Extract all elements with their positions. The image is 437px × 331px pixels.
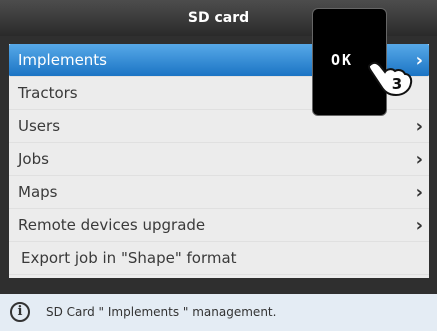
menu-item-label: Implements <box>18 51 107 69</box>
ok-key-label: OK <box>331 51 354 69</box>
chevron-right-icon: › <box>415 182 423 203</box>
status-text: SD Card " Implements " management. <box>46 305 277 319</box>
pointing-hand-icon: 3 <box>368 61 413 97</box>
menu-item-jobs[interactable]: Jobs › <box>9 143 429 176</box>
info-icon: i <box>10 302 30 322</box>
menu-item-label: Export job in "Shape" format <box>21 249 237 267</box>
menu-item-label: Remote devices upgrade <box>18 216 206 234</box>
status-bar: i SD Card " Implements " management. <box>0 294 437 331</box>
menu-item-label: Users <box>18 117 61 135</box>
chevron-right-icon: › <box>415 215 423 236</box>
menu-item-maps[interactable]: Maps › <box>9 176 429 209</box>
menu-item-label: Maps <box>18 183 58 201</box>
menu-item-label: Tractors <box>18 84 78 102</box>
step-number-label: 3 <box>392 75 402 93</box>
frame-left <box>0 36 9 278</box>
chevron-right-icon: › <box>415 116 423 137</box>
menu-item-label: Jobs <box>18 150 49 168</box>
sd-card-screen: SD card Implements › Tractors Users › Jo… <box>0 0 437 331</box>
frame-bottom <box>0 278 437 294</box>
frame-right <box>429 36 437 278</box>
page-title: SD card <box>187 10 250 26</box>
chevron-right-icon: › <box>415 149 423 170</box>
chevron-right-icon: › <box>415 50 423 71</box>
menu-item-export-job-shape[interactable]: Export job in "Shape" format <box>9 242 429 275</box>
menu-item-remote-devices-upgrade[interactable]: Remote devices upgrade › <box>9 209 429 242</box>
